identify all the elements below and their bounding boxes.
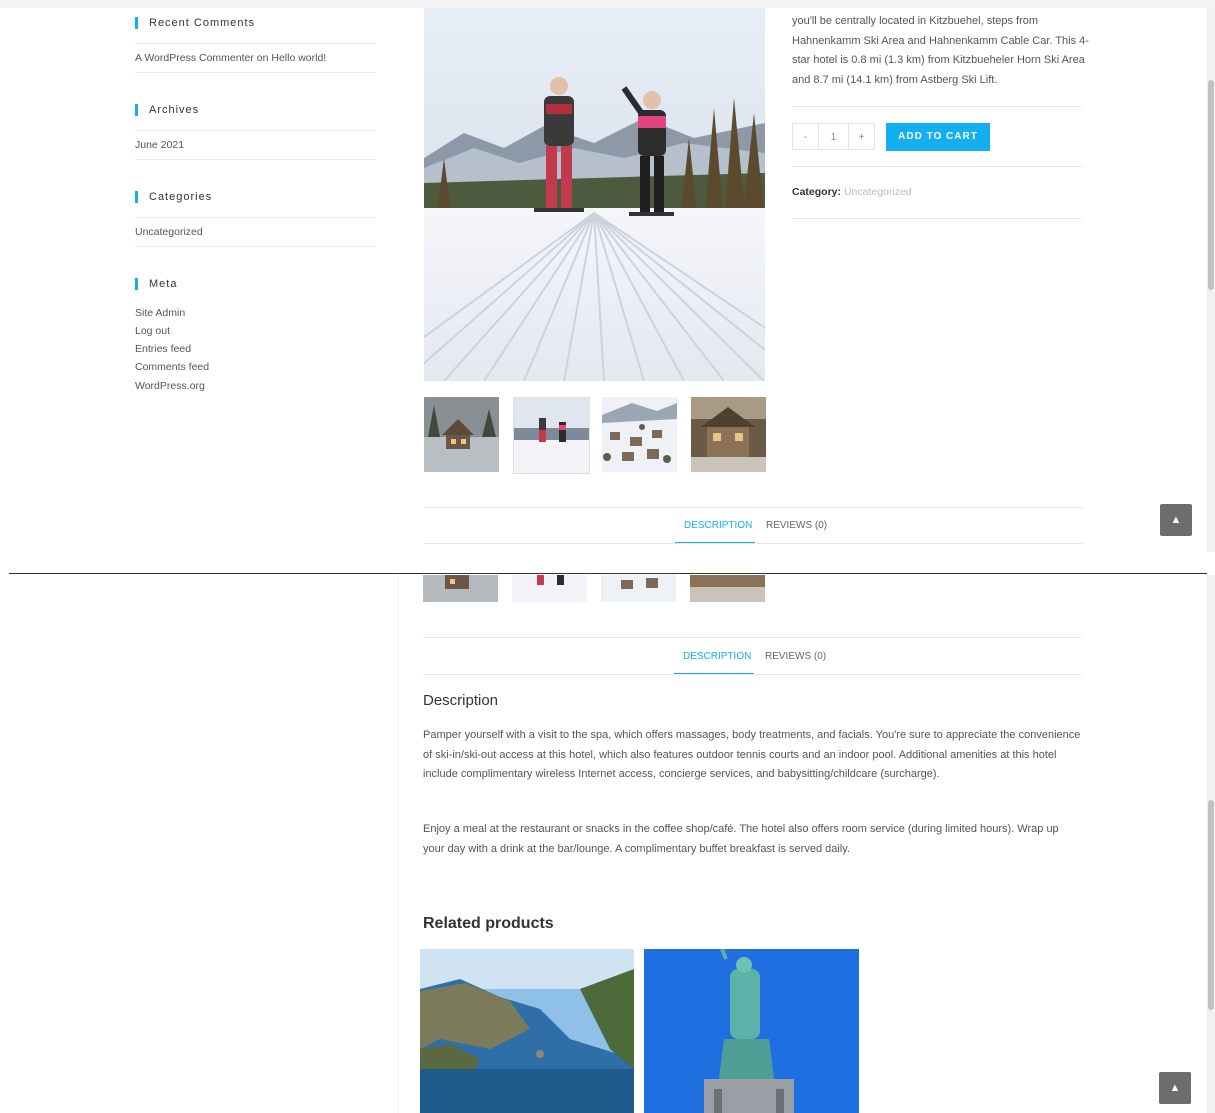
divider [792, 218, 1083, 219]
category-label: Category: [792, 186, 842, 198]
tabs-bottom-border [423, 674, 1082, 675]
related-product-image-1[interactable] [420, 949, 634, 1113]
tabs-bottom-border [424, 543, 1083, 544]
divider [135, 130, 376, 131]
tabs-top-border [424, 507, 1083, 508]
divider [792, 166, 1083, 167]
tabs-top-border [423, 637, 1082, 638]
related-product-image-2[interactable] [644, 949, 859, 1113]
description-heading: Description [423, 692, 499, 709]
divider [135, 43, 376, 44]
divider [135, 217, 376, 218]
product-main-image[interactable] [424, 8, 765, 381]
screenshot-separator [9, 573, 1207, 574]
product-thumbnail-4[interactable] [691, 397, 766, 472]
meta-link-wordpress-org[interactable]: WordPress.org [135, 380, 205, 392]
divider [135, 246, 376, 247]
tab-description[interactable]: DESCRIPTION [684, 520, 752, 531]
related-products-heading: Related products [423, 915, 554, 932]
product-category: Category: Uncategorized [792, 186, 912, 198]
comment-author-link[interactable]: A WordPress Commenter [135, 52, 254, 64]
chevron-up-icon: ▲ [1169, 1082, 1181, 1094]
chevron-up-icon: ▲ [1170, 514, 1182, 526]
recent-comment-item: A WordPress Commenter on Hello world! [135, 52, 326, 64]
product-short-description: you'll be centrally located in Kitzbuehe… [792, 15, 1089, 86]
scrollbar[interactable] [1207, 8, 1215, 552]
widget-title-recent-comments: Recent Comments [135, 17, 255, 29]
comment-post-link[interactable]: Hello world! [271, 52, 326, 64]
product-thumbnail-4[interactable] [690, 575, 765, 602]
sidebar-divider [398, 575, 399, 1113]
scrollbar-thumb[interactable] [1208, 80, 1214, 290]
product-thumbnail-1[interactable] [423, 575, 498, 602]
product-thumbnail-3[interactable] [602, 397, 677, 472]
category-link[interactable]: Uncategorized [844, 186, 912, 198]
quantity-plus-button[interactable]: + [848, 123, 875, 150]
meta-link-site-admin[interactable]: Site Admin [135, 307, 185, 319]
scroll-to-top-button[interactable]: ▲ [1160, 504, 1192, 536]
scrollbar[interactable] [1207, 575, 1215, 1113]
add-to-cart-button[interactable]: ADD TO CART [886, 123, 990, 151]
product-thumbnail-2[interactable] [513, 397, 590, 474]
tab-reviews[interactable]: REVIEWS (0) [766, 520, 827, 531]
bottom-screenshot: DESCRIPTION REVIEWS (0) Description Pamp… [0, 575, 1215, 1113]
category-link-uncategorized[interactable]: Uncategorized [135, 226, 203, 238]
description-paragraph-1: Pamper yourself with a visit to the spa,… [423, 729, 1081, 780]
meta-link-log-out[interactable]: Log out [135, 325, 170, 337]
scroll-to-top-button[interactable]: ▲ [1159, 1072, 1191, 1104]
widget-title-archives: Archives [135, 104, 199, 116]
divider [135, 159, 376, 160]
quantity-input[interactable]: 1 [818, 123, 849, 150]
top-fade [0, 0, 1215, 8]
description-paragraph-2: Enjoy a meal at the restaurant or snacks… [423, 823, 1059, 855]
meta-link-comments-feed[interactable]: Comments feed [135, 361, 209, 373]
tab-description[interactable]: DESCRIPTION [683, 651, 751, 662]
meta-link-entries-feed[interactable]: Entries feed [135, 343, 191, 355]
archive-link-june-2021[interactable]: June 2021 [135, 139, 184, 151]
divider [135, 72, 376, 73]
tab-reviews[interactable]: REVIEWS (0) [765, 651, 826, 662]
scrollbar-thumb[interactable] [1208, 800, 1214, 1010]
comment-on-text: on [253, 52, 272, 64]
widget-title-meta: Meta [135, 278, 177, 290]
product-thumbnail-1[interactable] [424, 397, 499, 472]
quantity-minus-button[interactable]: - [792, 123, 819, 150]
product-thumbnail-2[interactable] [512, 575, 587, 602]
widget-title-categories: Categories [135, 191, 212, 203]
product-thumbnail-3[interactable] [601, 575, 676, 602]
divider [792, 106, 1083, 107]
top-screenshot: Recent Comments A WordPress Commenter on… [0, 0, 1215, 552]
